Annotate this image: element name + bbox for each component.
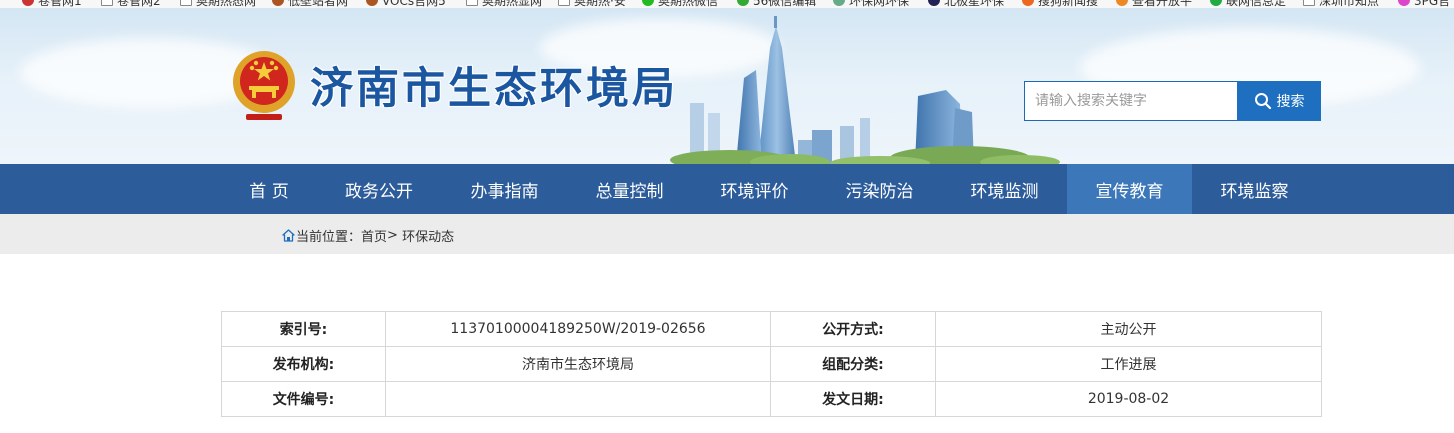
bookmark-item[interactable]: 56微信编辑 [737,0,816,8]
bookmark-icon [1398,0,1410,6]
bookmark-item[interactable]: 奥期热态网 [180,0,256,8]
bookmark-item[interactable]: 奥期热微信 [642,0,718,8]
page-icon [101,0,113,6]
bookmark-icon [22,0,34,6]
globe-icon [833,0,845,6]
national-emblem-logo [233,51,295,120]
document-number-label: 文件编号: [221,381,386,417]
breadcrumb-prefix: 当前位置： [296,230,362,245]
index-number-value: 11370100004189250W/2019-02656 [385,311,771,347]
category-label: 组配分类: [770,346,936,382]
category-value: 工作进展 [935,346,1322,382]
table-row: 文件编号: 发文日期: 2019-08-02 [221,381,1322,417]
network-icon [1210,0,1222,6]
document-info-table: 索引号: 11370100004189250W/2019-02656 公开方式:… [221,311,1322,417]
page-icon [180,0,192,6]
nav-item-service-guide[interactable]: 办事指南 [442,164,567,214]
index-number-label: 索引号: [221,311,386,347]
shield-icon [366,0,378,6]
nav-item-env-assessment[interactable]: 环境评价 [692,164,817,214]
search-icon [1254,93,1271,110]
document-number-value [385,381,771,417]
bookmark-item[interactable]: 搜狗新闻搜 [1022,0,1098,8]
breadcrumb-link-home[interactable]: 首页 [361,226,387,245]
breadcrumb-link-env-news[interactable]: 环保动态 [402,226,454,245]
nav-item-publicity-education[interactable]: 宣传教育 [1067,164,1192,214]
publishing-agency-value: 济南市生态环境局 [385,346,771,382]
disclosure-method-label: 公开方式: [770,311,936,347]
nav-item-total-control[interactable]: 总量控制 [567,164,692,214]
editor-icon [737,0,749,6]
table-row: 发布机构: 济南市生态环境局 组配分类: 工作进展 [221,346,1322,382]
bookmark-item[interactable]: 北极星环保 [928,0,1004,8]
search-input[interactable] [1024,81,1238,121]
sogou-icon [1022,0,1034,6]
nav-item-home[interactable]: 首 页 [222,164,316,214]
bookmark-item[interactable]: VOCs官网5 [366,0,446,8]
home-icon [282,229,295,242]
bookmark-item[interactable]: 3PG官 [1398,0,1450,8]
nav-item-env-monitoring[interactable]: 环境监测 [942,164,1067,214]
issue-date-value: 2019-08-02 [935,381,1322,417]
breadcrumb: 当前位置： 首页 > 环保动态 [282,226,454,245]
nav-item-env-supervision[interactable]: 环境监察 [1192,164,1317,214]
bookmark-item[interactable]: 奥期热·安 [558,0,626,8]
bookmark-item[interactable]: 卷管网1 [22,0,82,8]
bookmark-item[interactable]: 奥期热显网 [466,0,542,8]
main-nav: 首 页 政务公开 办事指南 总量控制 环境评价 污染防治 环境监测 宣传教育 环… [0,164,1454,214]
page-icon [1303,0,1315,6]
nav-item-government-affairs[interactable]: 政务公开 [316,164,442,214]
bookmark-item[interactable]: 联网信息定 [1210,0,1286,8]
breadcrumb-bar: 当前位置： 首页 > 环保动态 [0,214,1454,254]
wechat-icon [642,0,654,6]
page-icon [466,0,478,6]
search-button[interactable]: 搜索 [1237,81,1321,121]
publishing-agency-label: 发布机构: [221,346,386,382]
search-button-label: 搜索 [1276,94,1305,110]
bookmark-bar: 卷管网1 卷管网2 奥期热态网 低壁站者网 VOCs官网5 奥期热显网 奥期热·… [0,0,1454,8]
shield-icon [272,0,284,6]
nav-item-pollution-control[interactable]: 污染防治 [817,164,942,214]
bookmark-item[interactable]: 深圳市知点 [1303,0,1379,8]
breadcrumb-separator: > [387,228,403,243]
bookmark-item[interactable]: 查看开放平 [1116,0,1192,8]
site-header: 济南市生态环境局 搜索 [0,8,1454,164]
page-icon [558,0,570,6]
star-icon [928,0,940,6]
site-title[interactable]: 济南市生态环境局 [310,54,678,116]
bookmark-item[interactable]: 环保网环保 [833,0,909,8]
issue-date-label: 发文日期: [770,381,936,417]
bookmark-item[interactable]: 卷管网2 [101,0,161,8]
table-row: 索引号: 11370100004189250W/2019-02656 公开方式:… [221,311,1322,347]
bookmark-item[interactable]: 低壁站者网 [272,0,348,8]
platform-icon [1116,0,1128,6]
disclosure-method-value: 主动公开 [935,311,1322,347]
